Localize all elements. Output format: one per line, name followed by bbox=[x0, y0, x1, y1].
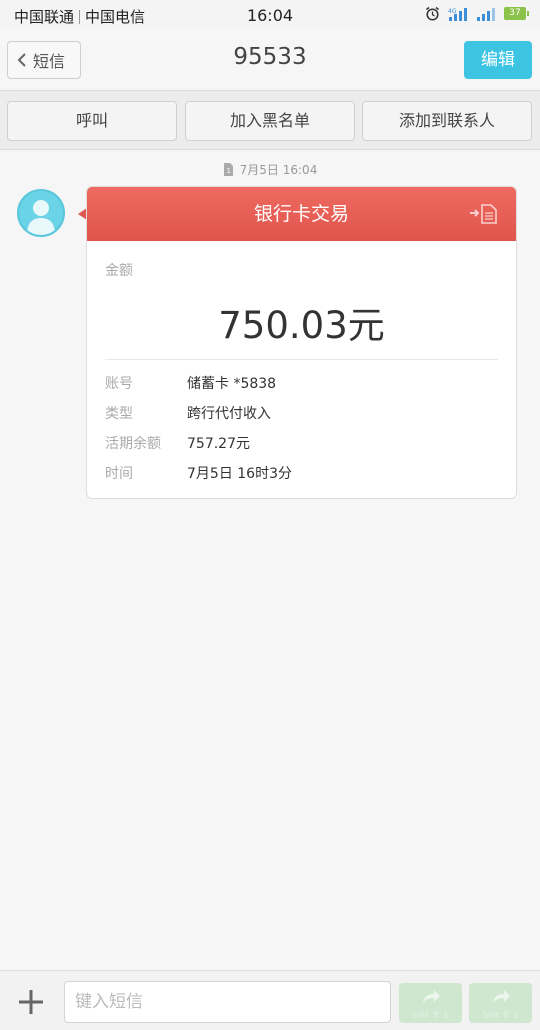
send-icon bbox=[493, 990, 510, 1003]
signal-icon bbox=[477, 7, 495, 21]
sim1-label: SIM 卡 1 bbox=[412, 1011, 449, 1021]
detail-key: 账号 bbox=[105, 376, 133, 392]
system-icons: 4G 37 bbox=[425, 6, 529, 21]
amount-value: 750.03元 bbox=[218, 304, 385, 347]
transaction-card[interactable]: 银行卡交易 金额 750.03元 账号 储蓄卡 *5838 类型 跨行代付收入 … bbox=[86, 186, 517, 499]
status-bar: 中国联通 中国电信 16:04 4G 37 bbox=[0, 0, 540, 30]
signal-4g-icon: 4G bbox=[448, 7, 467, 21]
attach-button[interactable] bbox=[14, 985, 48, 1019]
call-button[interactable]: 呼叫 bbox=[7, 101, 177, 141]
detail-value: 757.27元 bbox=[187, 436, 250, 452]
blacklist-button[interactable]: 加入黑名单 bbox=[185, 101, 355, 141]
svg-text:1: 1 bbox=[226, 167, 230, 175]
card-title: 银行卡交易 bbox=[253, 203, 349, 225]
alarm-icon bbox=[426, 6, 439, 21]
detail-key: 时间 bbox=[105, 466, 133, 482]
timestamp-text: 7月5日 16:04 bbox=[239, 163, 318, 177]
detail-key: 类型 bbox=[105, 406, 133, 422]
card-header: 银行卡交易 bbox=[87, 187, 516, 241]
amount-label: 金额 bbox=[105, 263, 133, 279]
action-bar: 呼叫 加入黑名单 添加到联系人 bbox=[0, 90, 540, 150]
detail-value: 7月5日 16时3分 bbox=[187, 466, 292, 482]
sim2-label: SIM 卡 2 bbox=[482, 1011, 519, 1021]
add-contact-button[interactable]: 添加到联系人 bbox=[362, 101, 532, 141]
sender-avatar[interactable] bbox=[17, 189, 65, 237]
send-sim1-button[interactable]: SIM 卡 1 bbox=[399, 983, 462, 1023]
person-icon bbox=[27, 200, 55, 235]
view-original-icon[interactable] bbox=[469, 204, 499, 224]
document-arrow-icon bbox=[470, 204, 497, 224]
page-title: 95533 bbox=[233, 44, 307, 70]
card-divider bbox=[105, 359, 498, 360]
edit-button[interactable]: 编辑 bbox=[464, 41, 532, 79]
sim-card-icon: 1 bbox=[223, 163, 233, 176]
detail-value: 跨行代付收入 bbox=[187, 406, 271, 422]
message-timestamp: 1 7月5日 16:04 bbox=[0, 161, 540, 178]
plus-icon bbox=[19, 990, 43, 1014]
message-input[interactable]: 键入短信 bbox=[64, 981, 391, 1023]
svg-text:4G: 4G bbox=[448, 8, 457, 15]
send-icon bbox=[423, 990, 440, 1003]
conversation-header: 短信 95533 编辑 bbox=[0, 30, 540, 90]
detail-key: 活期余额 bbox=[105, 436, 161, 452]
detail-value: 储蓄卡 *5838 bbox=[187, 376, 277, 392]
compose-bar: 键入短信 SIM 卡 1 SIM 卡 2 bbox=[0, 970, 540, 1030]
send-sim2-button[interactable]: SIM 卡 2 bbox=[469, 983, 532, 1023]
battery-icon: 37 bbox=[504, 7, 529, 20]
